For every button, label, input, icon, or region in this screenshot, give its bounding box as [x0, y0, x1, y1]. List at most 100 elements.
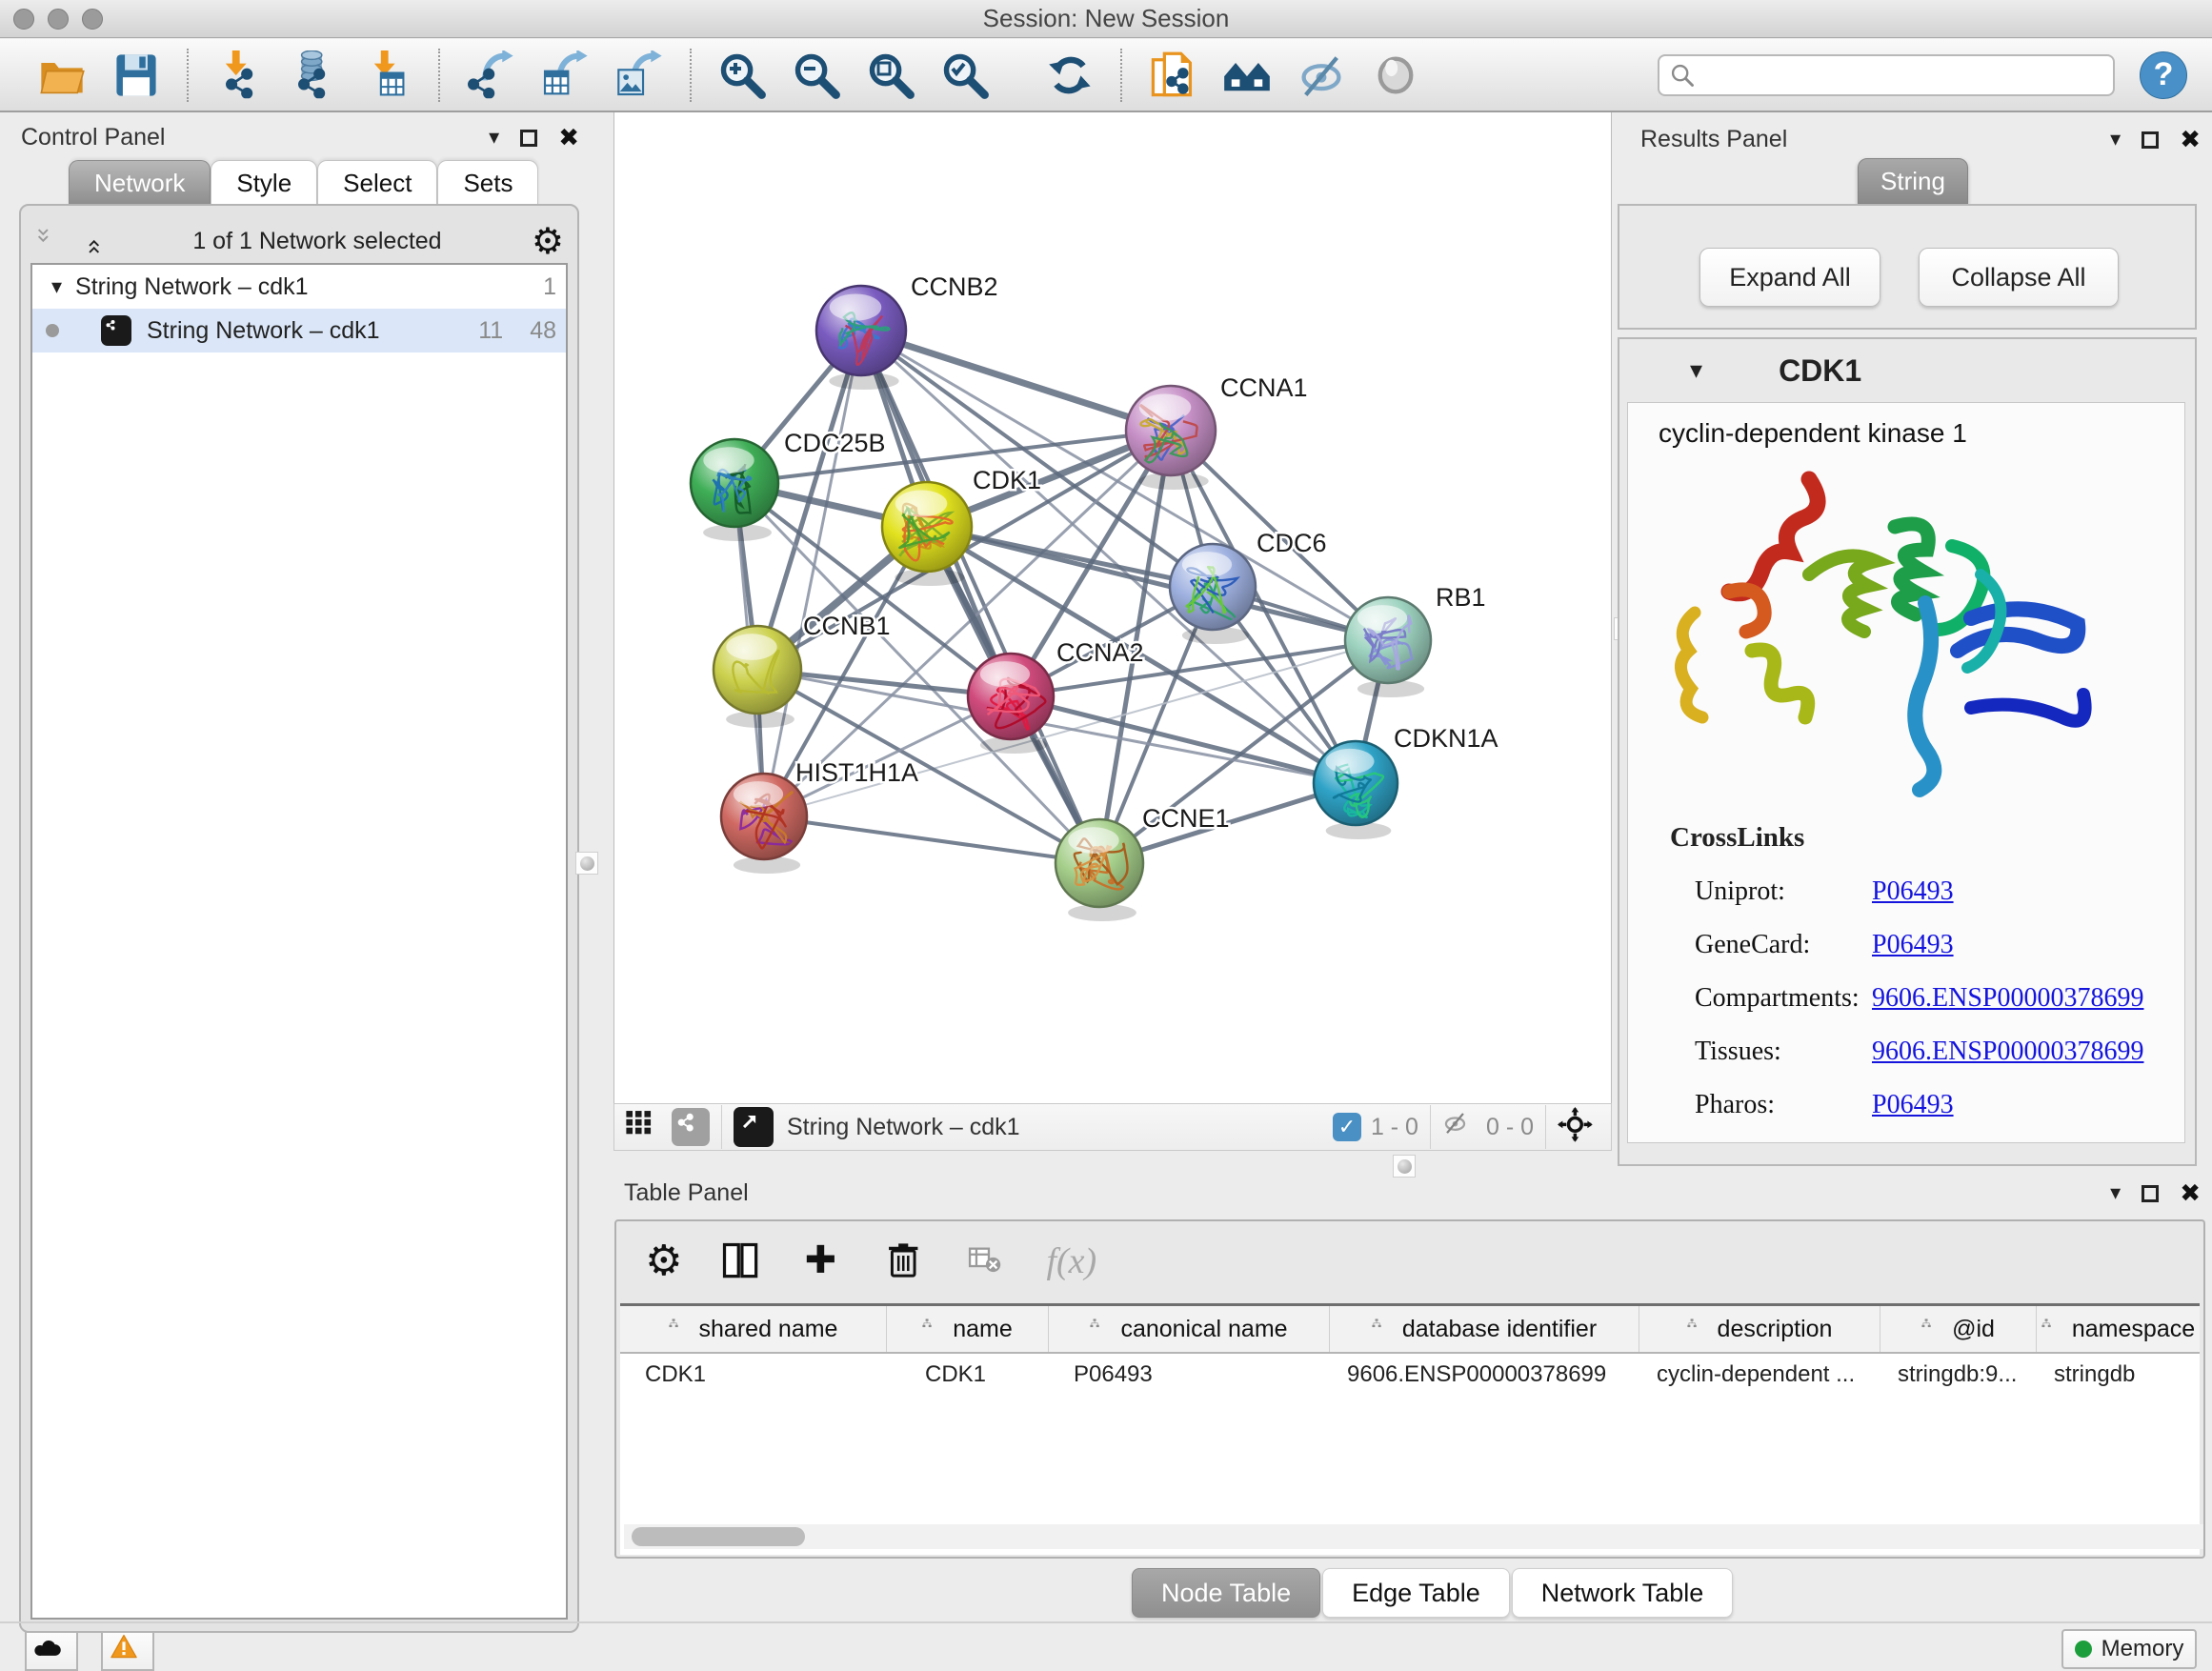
help-button[interactable]: ? [2140, 51, 2187, 99]
cell-namespace[interactable]: stringdb [2037, 1361, 2200, 1388]
protein-collapse-icon[interactable]: ▾ [1690, 356, 1702, 385]
network-view-string-icon[interactable] [672, 1108, 710, 1146]
zoom-in-button[interactable] [713, 46, 772, 105]
table-panel-header: Table Panel ▾ ✖ [624, 1179, 2201, 1207]
cloud-status-button[interactable] [25, 1631, 78, 1671]
tab-sets[interactable]: Sets [437, 160, 538, 206]
control-panel-menu-icon[interactable]: ▾ [489, 126, 499, 150]
network-row-selected[interactable]: String Network – cdk1 11 48 [32, 309, 566, 352]
network-node-CDC6[interactable]: CDC6 [1170, 529, 1327, 644]
cell-database-identifier[interactable]: 9606.ENSP00000378699 [1330, 1361, 1639, 1388]
birds-eye-crosshair-icon[interactable] [1558, 1107, 1598, 1147]
network-options-gear-icon[interactable]: ⚙ [532, 223, 564, 259]
tab-node-table[interactable]: Node Table [1132, 1568, 1320, 1618]
column-header-shared-name[interactable]: shared name [620, 1306, 887, 1352]
cell-id[interactable]: stringdb:9... [1880, 1361, 2037, 1388]
results-panel-menu-icon[interactable]: ▾ [2110, 128, 2121, 151]
table-horizontal-scrollbar[interactable] [624, 1524, 2203, 1549]
tab-select[interactable]: Select [317, 160, 437, 206]
crosslink-tissues-link[interactable]: 9606.ENSP00000378699 [1872, 1037, 2143, 1067]
node-label-HIST1H1A: HIST1H1A [795, 758, 918, 787]
control-panel-float-icon[interactable] [520, 130, 537, 147]
network-collection-row[interactable]: ▾ String Network – cdk1 1 [32, 265, 566, 309]
collapse-all-icon[interactable] [34, 227, 63, 255]
tab-network-table[interactable]: Network Table [1512, 1568, 1734, 1618]
cell-shared-name[interactable]: CDK1 [620, 1361, 887, 1388]
network-edge[interactable] [764, 816, 1099, 863]
apply-layout-button[interactable] [1040, 46, 1099, 105]
column-header-database-identifier[interactable]: database identifier [1330, 1306, 1639, 1352]
network-edge[interactable] [764, 331, 861, 816]
cell-name[interactable]: CDK1 [887, 1361, 1049, 1388]
results-panel-float-icon[interactable] [2142, 131, 2159, 149]
tab-network[interactable]: Network [69, 160, 211, 206]
crosslinks-heading: CrossLinks [1670, 822, 2165, 854]
network-node-CCNA1[interactable]: CCNA1 [1126, 373, 1308, 490]
crosslink-compartments-link[interactable]: 9606.ENSP00000378699 [1872, 983, 2143, 1014]
import-table-button[interactable] [358, 46, 417, 105]
control-panel-close-icon[interactable]: ✖ [558, 126, 579, 151]
selected-checkbox-icon[interactable]: ✓ [1333, 1113, 1361, 1141]
create-column-icon[interactable] [800, 1238, 846, 1284]
string-network-graph[interactable]: CCNB2CCNA1CDC25BCDK1CDC6RB1CCNB1CCNA2CDK… [614, 112, 1613, 1103]
table-panel-float-icon[interactable] [2142, 1185, 2159, 1202]
table-panel-close-icon[interactable]: ✖ [2180, 1181, 2201, 1206]
column-header-name[interactable]: name [887, 1306, 1049, 1352]
crosslink-uniprot-link[interactable]: P06493 [1872, 876, 1954, 907]
network-node-RB1[interactable]: RB1 [1345, 583, 1486, 697]
network-node-CCNA2[interactable]: CCNA2 [968, 638, 1144, 754]
cell-canonical-name[interactable]: P06493 [1049, 1361, 1330, 1388]
delete-column-icon[interactable] [882, 1238, 928, 1284]
grid-view-icon[interactable] [622, 1097, 664, 1157]
show-columns-icon[interactable] [718, 1238, 764, 1284]
export-image-button[interactable] [610, 46, 669, 105]
column-header-namespace[interactable]: namespace [2037, 1306, 2200, 1352]
clone-network-button[interactable] [1143, 46, 1202, 105]
bottom-splitter-handle[interactable] [1393, 1155, 1416, 1178]
open-session-button[interactable] [32, 46, 91, 105]
network-canvas[interactable]: CCNB2CCNA1CDC25BCDK1CDC6RB1CCNB1CCNA2CDK… [613, 112, 1612, 1103]
column-header-canonical-name[interactable]: canonical name [1049, 1306, 1330, 1352]
table-panel-menu-icon[interactable]: ▾ [2110, 1181, 2121, 1205]
node-table: shared name name canonical name database… [620, 1303, 2200, 1555]
table-row[interactable]: CDK1 CDK1 P06493 9606.ENSP00000378699 cy… [620, 1354, 2200, 1396]
scrollbar-thumb[interactable] [632, 1527, 805, 1546]
crosslink-label: Uniprot: [1695, 876, 1872, 907]
crosslink-pharos-link[interactable]: P06493 [1872, 1090, 1954, 1120]
export-table-button[interactable] [535, 46, 594, 105]
export-network-button[interactable] [461, 46, 520, 105]
tab-style[interactable]: Style [211, 160, 317, 206]
search-input[interactable] [1658, 54, 2115, 96]
save-session-button[interactable] [107, 46, 166, 105]
network-edge[interactable] [861, 331, 1171, 431]
tab-edge-table[interactable]: Edge Table [1322, 1568, 1510, 1618]
network-node-CDK1[interactable]: CDK1 [882, 466, 1041, 586]
memory-button[interactable]: Memory [2061, 1629, 2197, 1669]
hide-selected-button[interactable] [1292, 46, 1351, 105]
left-splitter-handle[interactable] [575, 852, 598, 875]
network-node-CDKN1A[interactable]: CDKN1A [1314, 724, 1498, 839]
column-header-id[interactable]: @id [1880, 1306, 2037, 1352]
network-node-HIST1H1A[interactable]: HIST1H1A [721, 758, 918, 874]
protein-section-header[interactable]: ▾ CDK1 [1619, 339, 2195, 402]
memory-label: Memory [2101, 1636, 2184, 1662]
detach-view-icon[interactable] [734, 1107, 774, 1147]
import-network-database-button[interactable] [284, 46, 343, 105]
warnings-button[interactable] [101, 1631, 154, 1671]
show-hidden-button[interactable] [1366, 46, 1425, 105]
expand-all-icon[interactable] [74, 227, 103, 255]
zoom-fit-button[interactable] [861, 46, 920, 105]
tab-string-results[interactable]: String [1858, 158, 1968, 204]
collection-expand-icon[interactable]: ▾ [51, 275, 62, 299]
cell-description[interactable]: cyclin-dependent ... [1639, 1361, 1880, 1388]
show-graphics-details-button[interactable] [1217, 46, 1277, 105]
zoom-selected-button[interactable] [935, 46, 995, 105]
results-panel-close-icon[interactable]: ✖ [2180, 128, 2201, 152]
expand-all-button[interactable]: Expand All [1699, 248, 1880, 307]
column-header-description[interactable]: description [1639, 1306, 1880, 1352]
collapse-all-button[interactable]: Collapse All [1919, 248, 2119, 307]
crosslink-genecard-link[interactable]: P06493 [1872, 930, 1954, 960]
zoom-out-button[interactable] [787, 46, 846, 105]
import-network-file-button[interactable] [210, 46, 269, 105]
table-options-gear-icon[interactable]: ⚙ [645, 1240, 682, 1282]
